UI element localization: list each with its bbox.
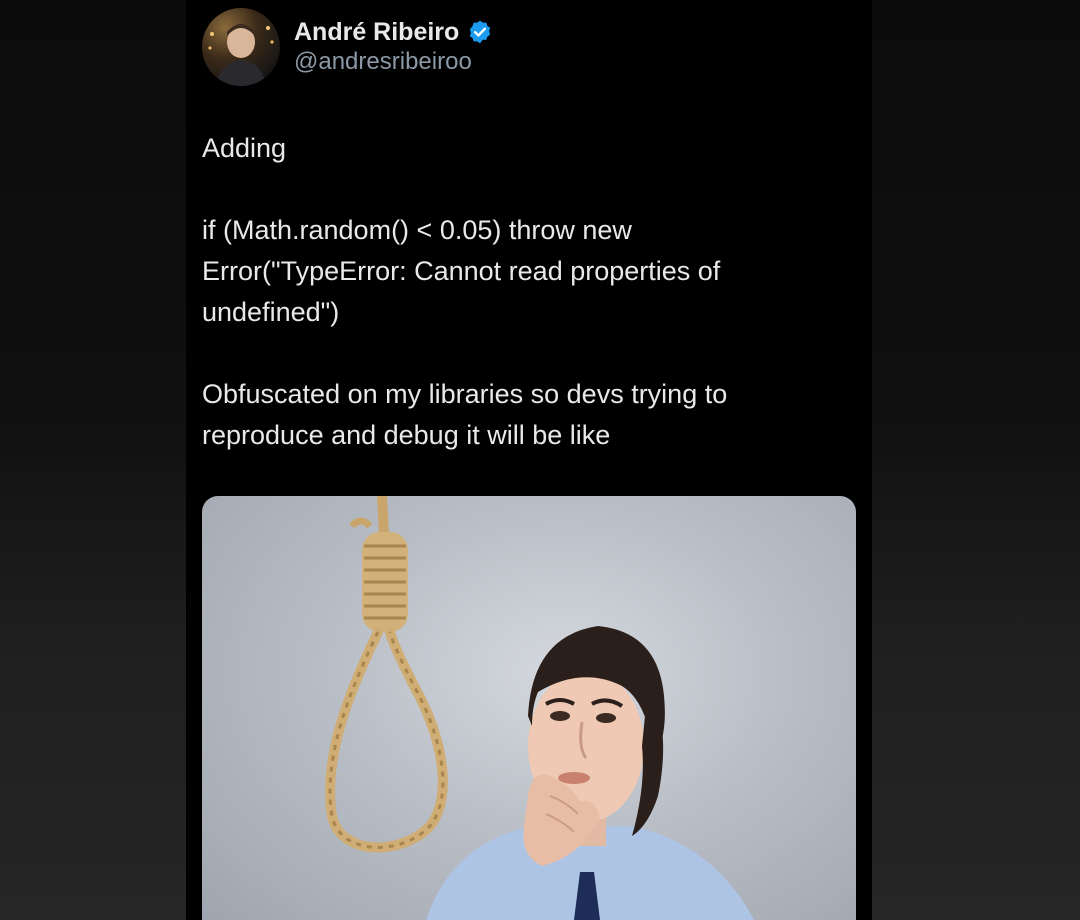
author-name-row[interactable]: André Ribeiro <box>294 16 493 48</box>
tweet-text-line-adding: Adding <box>202 133 287 163</box>
noose-thinking-man-illustration <box>325 496 755 920</box>
verified-badge-icon[interactable] <box>467 19 493 45</box>
noose-coil-icon <box>349 517 408 632</box>
tweet-text-code: if (Math.random() < 0.05) throw new Erro… <box>202 215 728 327</box>
tweet-text-caption: Obfuscated on my libraries so devs tryin… <box>202 379 735 450</box>
tweet-card[interactable]: André Ribeiro @andresribeiroo Adding if … <box>186 0 872 920</box>
tweet-media-image[interactable] <box>202 496 856 920</box>
avatar[interactable] <box>202 8 280 86</box>
author-name[interactable]: André Ribeiro <box>294 18 459 47</box>
avatar-photo <box>208 24 274 86</box>
author-handle[interactable]: @andresribeiroo <box>294 48 472 76</box>
tweet-text: Adding if (Math.random() < 0.05) throw n… <box>202 128 842 456</box>
